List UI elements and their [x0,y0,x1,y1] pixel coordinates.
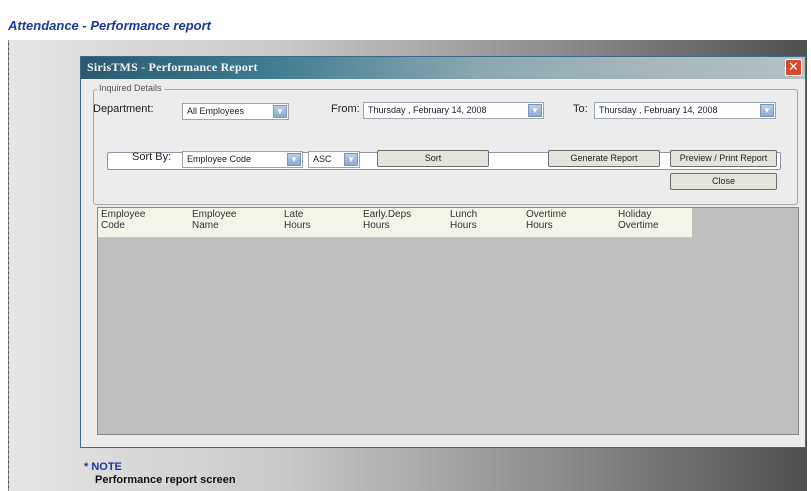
page: Attendance - Performance report SirisTMS… [0,0,811,491]
group-label: Inquired Details [97,83,164,93]
from-date-picker[interactable]: Thursday , February 14, 2008 ▼ [363,102,544,119]
sort-order-select[interactable]: ASC ▼ [308,151,360,168]
close-button[interactable]: Close [670,173,777,190]
grid-header: Employee Code Employee Name Late Hours E… [98,208,692,238]
to-date-value: Thursday , February 14, 2008 [599,105,718,115]
column-header-holiday-overtime[interactable]: Holiday Overtime [618,209,659,231]
to-date-picker[interactable]: Thursday , February 14, 2008 ▼ [594,102,776,119]
sort-order-value: ASC [313,154,332,164]
report-grid[interactable]: Employee Code Employee Name Late Hours E… [97,207,799,435]
dialog-title: SirisTMS - Performance Report [87,60,258,74]
column-header-early-deps-hours[interactable]: Early.Deps Hours [363,209,411,231]
department-label: Department: [93,103,154,115]
sort-by-value: Employee Code [187,154,252,164]
from-date-value: Thursday , February 14, 2008 [368,105,487,115]
note-title: * NOTE [84,461,122,473]
column-header-overtime-hours[interactable]: Overtime Hours [526,209,567,231]
department-value: All Employees [187,106,245,116]
page-heading: Attendance - Performance report [8,18,211,33]
generate-report-button[interactable]: Generate Report [548,150,660,167]
department-select[interactable]: All Employees ▼ [182,103,289,120]
chevron-down-icon[interactable]: ▼ [344,153,358,166]
sort-by-label: Sort By: [132,151,172,163]
chevron-down-icon[interactable]: ▼ [273,105,287,118]
chevron-down-icon[interactable]: ▼ [760,104,774,117]
chevron-down-icon[interactable]: ▼ [287,153,301,166]
close-icon[interactable]: ✕ [785,59,802,76]
column-header-lunch-hours[interactable]: Lunch Hours [450,209,477,231]
preview-print-report-button[interactable]: Preview / Print Report [670,150,777,167]
chevron-down-icon[interactable]: ▼ [528,104,542,117]
column-header-employee-name[interactable]: Employee Name [192,209,236,231]
sort-by-select[interactable]: Employee Code ▼ [182,151,303,168]
column-header-employee-code[interactable]: Employee Code [101,209,145,231]
performance-report-dialog: SirisTMS - Performance Report ✕ Inquired… [80,56,806,448]
column-header-late-hours[interactable]: Late Hours [284,209,311,231]
sort-button[interactable]: Sort [377,150,489,167]
dialog-titlebar[interactable]: SirisTMS - Performance Report ✕ [81,57,805,79]
note-text: Performance report screen [95,474,236,486]
from-label: From: [331,103,360,115]
to-label: To: [573,103,588,115]
